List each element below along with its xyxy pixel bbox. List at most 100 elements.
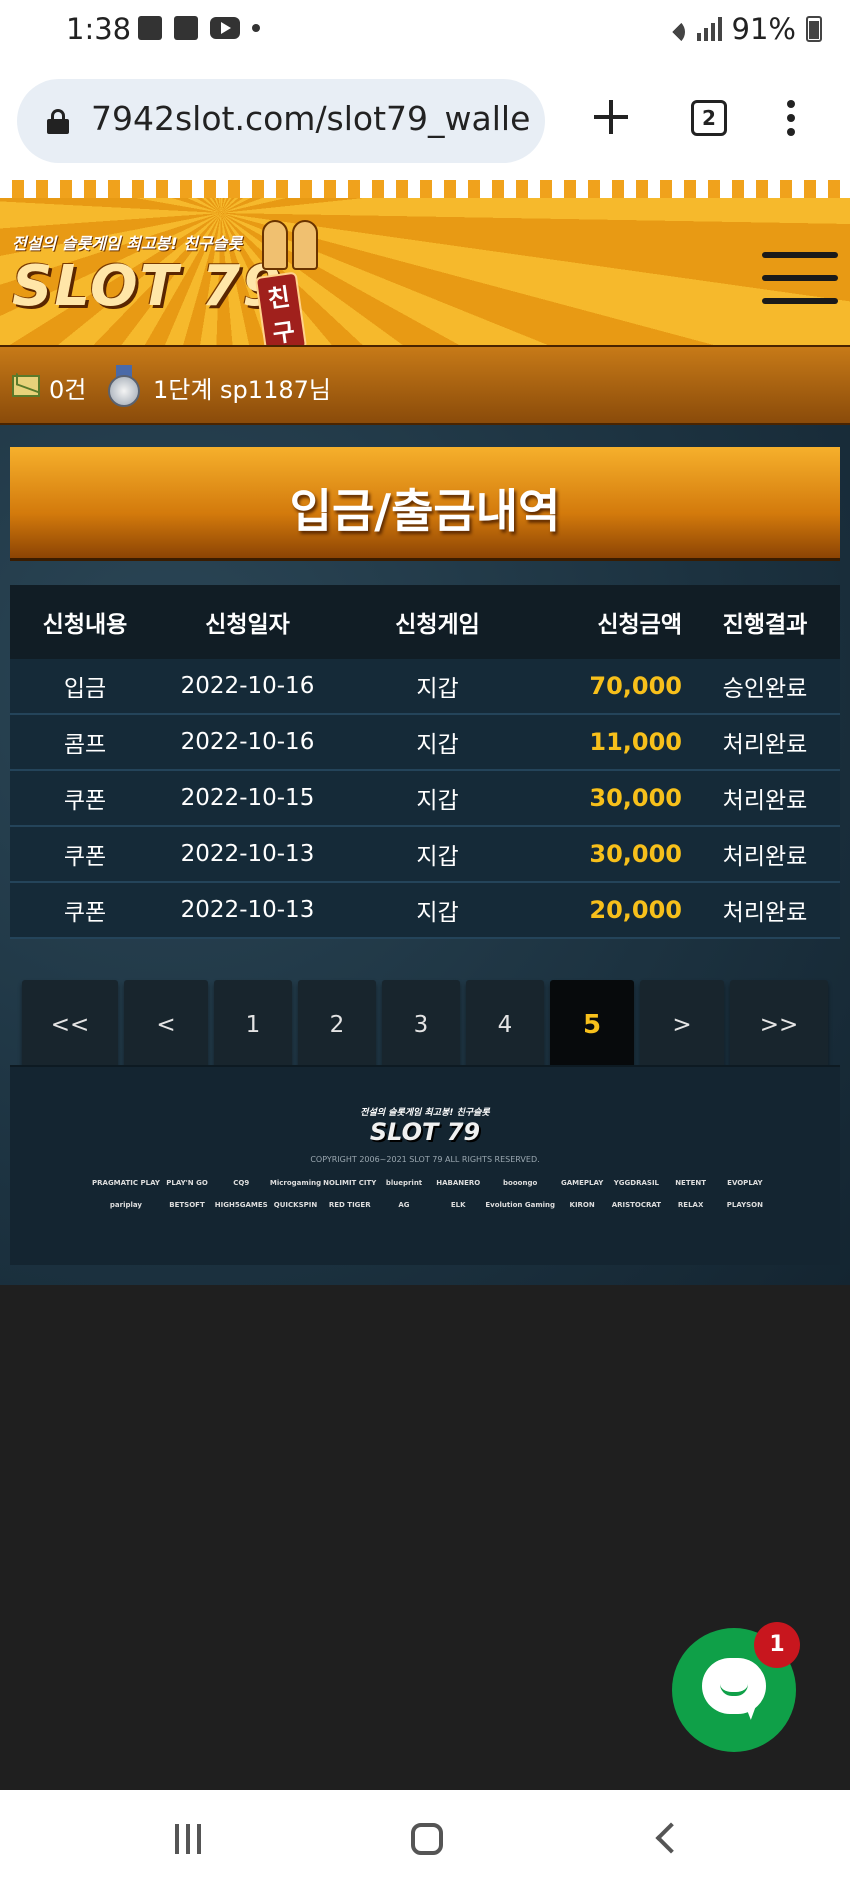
page-button-4[interactable]: 4 xyxy=(466,980,544,1070)
provider-logo: ARISTOCRAT xyxy=(611,1201,662,1209)
chat-bubble-icon xyxy=(702,1658,766,1714)
provider-logo: Evolution Gaming xyxy=(485,1201,556,1209)
provider-logo: HABANERO xyxy=(436,1179,481,1187)
cell-game: 지갑 xyxy=(416,900,459,926)
table-header: 신청내용 신청일자 신청게임 신청금액 진행결과 xyxy=(10,585,840,659)
cell-status: 처리완료 xyxy=(722,788,808,814)
cell-game: 지갑 xyxy=(416,676,459,702)
youtube-icon xyxy=(210,17,240,39)
column-header: 신청게임 xyxy=(395,612,480,638)
provider-logo: PRAGMATIC PLAY xyxy=(92,1179,160,1187)
provider-logo: EVOPLAY xyxy=(727,1179,763,1187)
copyright-text: COPYRIGHT 2006~2021 SLOT 79 ALL RIGHTS R… xyxy=(310,1155,540,1164)
cell-date: 2022-10-16 xyxy=(180,673,315,699)
cell-status: 처리완료 xyxy=(722,844,808,870)
cell-game: 지갑 xyxy=(416,732,459,758)
cell-type: 쿠폰 xyxy=(63,900,107,926)
logo-brand: SLOT 79 xyxy=(12,254,284,319)
battery-icon xyxy=(806,16,822,42)
cell-amount: 11,000 xyxy=(589,728,682,756)
level-medal-icon xyxy=(108,365,140,407)
table-row: 쿠폰 2022-10-13 지갑 20,000 처리완료 xyxy=(10,883,840,939)
mail-icon[interactable] xyxy=(12,375,40,397)
home-icon[interactable] xyxy=(411,1823,443,1855)
footer-logo: 전설의 슬롯게임 최고봉! 친구슬롯 SLOT 79 xyxy=(10,1105,840,1146)
provider-logo: QUICKSPIN xyxy=(273,1201,318,1209)
table-row: 콤프 2022-10-16 지갑 11,000 처리완료 xyxy=(10,715,840,771)
cell-amount: 30,000 xyxy=(589,784,682,812)
table-row: 쿠폰 2022-10-15 지갑 30,000 처리완료 xyxy=(10,771,840,827)
page-button-2[interactable]: 2 xyxy=(298,980,376,1070)
site-logo[interactable]: 전설의 슬롯게임 최고봉! 친구슬롯 SLOT 79 친구 xyxy=(12,220,318,355)
provider-logos: PRAGMATIC PLAY PLAY'N GO CQ9 Microgaming… xyxy=(92,1179,772,1209)
provider-logo: PLAYSON xyxy=(726,1201,763,1209)
footer-brand: SLOT 79 xyxy=(369,1118,481,1146)
mail-count[interactable]: 0건 xyxy=(49,370,86,405)
new-tab-icon[interactable] xyxy=(594,100,628,134)
more-menu-icon[interactable] xyxy=(787,100,797,140)
cell-type: 쿠폰 xyxy=(63,844,107,870)
logo-figures-icon xyxy=(256,220,326,274)
provider-logo: PLAY'N GO xyxy=(166,1179,208,1187)
provider-logo: YGGDRASIL xyxy=(613,1179,660,1187)
cell-date: 2022-10-16 xyxy=(180,729,315,755)
signal-icon xyxy=(696,17,722,41)
site-header: 전설의 슬롯게임 최고봉! 친구슬롯 SLOT 79 친구 xyxy=(0,180,850,355)
column-header: 신청금액 xyxy=(597,612,682,638)
app-icon xyxy=(174,16,198,40)
gallery-icon xyxy=(138,16,162,40)
cell-amount: 70,000 xyxy=(589,672,682,700)
cell-game: 지갑 xyxy=(416,844,459,870)
column-header: 진행결과 xyxy=(722,612,808,638)
wifi-icon xyxy=(657,17,687,41)
provider-logo: RED TIGER xyxy=(328,1201,371,1209)
provider-logo: ELK xyxy=(450,1201,466,1209)
provider-logo: BETSOFT xyxy=(169,1201,205,1209)
cell-date: 2022-10-13 xyxy=(180,841,315,867)
table-row: 쿠폰 2022-10-13 지갑 30,000 처리완료 xyxy=(10,827,840,883)
pagination: << < 1 2 3 4 5 > >> xyxy=(22,980,830,1070)
page-button-1[interactable]: 1 xyxy=(214,980,292,1070)
logo-tagline: 전설의 슬롯게임 최고봉! 친구슬롯 xyxy=(12,234,243,253)
battery-percent: 91% xyxy=(731,12,796,46)
main-content: 입금/출금내역 신청내용 신청일자 신청게임 신청금액 진행결과 입금 2022… xyxy=(0,425,850,1285)
cell-amount: 30,000 xyxy=(589,840,682,868)
cell-game: 지갑 xyxy=(416,788,459,814)
url-text[interactable]: 7942slot.com/slot79_walle xyxy=(91,99,541,138)
cell-status: 처리완료 xyxy=(722,732,808,758)
tab-switcher-button[interactable]: 2 xyxy=(691,100,727,136)
provider-logo: NOLIMIT CITY xyxy=(323,1179,377,1187)
browser-toolbar: 7942slot.com/slot79_walle 2 xyxy=(0,62,850,180)
cell-status: 처리완료 xyxy=(722,900,808,926)
chat-unread-badge: 1 xyxy=(754,1622,800,1668)
status-time: 1:38 xyxy=(66,12,132,46)
cell-status: 승인완료 xyxy=(722,676,808,702)
status-bar: 1:38 91% xyxy=(0,0,850,62)
provider-logo: KIRON xyxy=(569,1201,595,1209)
last-page-button[interactable]: >> xyxy=(730,980,828,1070)
logo-badge: 친구 xyxy=(254,271,308,355)
page-button-3[interactable]: 3 xyxy=(382,980,460,1070)
menu-icon[interactable] xyxy=(762,252,838,308)
prev-page-button[interactable]: < xyxy=(124,980,208,1070)
lock-icon[interactable] xyxy=(47,109,69,134)
cell-type: 콤프 xyxy=(63,732,107,758)
cell-date: 2022-10-15 xyxy=(180,785,315,811)
recent-apps-icon[interactable] xyxy=(175,1824,205,1854)
address-bar[interactable]: 7942slot.com/slot79_walle xyxy=(17,79,545,163)
user-level-name: 1단계 sp1187님 xyxy=(153,376,331,404)
next-page-button[interactable]: > xyxy=(640,980,724,1070)
page-button-current[interactable]: 5 xyxy=(550,980,634,1070)
first-page-button[interactable]: << xyxy=(22,980,118,1070)
column-header: 신청일자 xyxy=(205,612,290,638)
back-icon[interactable] xyxy=(655,1822,687,1854)
user-info-bar: 0건 1단계 sp1187님 xyxy=(0,345,850,425)
cell-type: 쿠폰 xyxy=(63,788,107,814)
table-row: 입금 2022-10-16 지갑 70,000 승인완료 xyxy=(10,659,840,715)
provider-logo: blueprint xyxy=(385,1179,423,1187)
provider-logo: NETENT xyxy=(675,1179,707,1187)
provider-logo: HIGH5GAMES xyxy=(214,1201,268,1209)
cell-date: 2022-10-13 xyxy=(180,897,315,923)
page-title: 입금/출금내역 xyxy=(289,484,561,538)
provider-logo: booongo xyxy=(503,1179,538,1187)
